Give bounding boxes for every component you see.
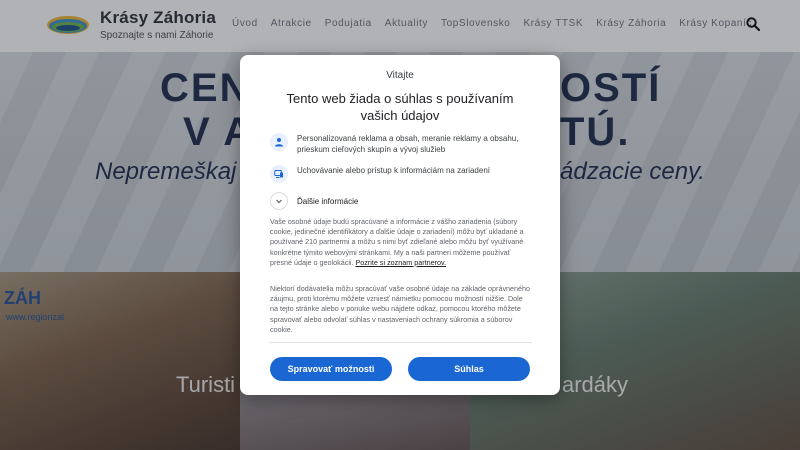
dialog-divider [270,342,532,343]
manage-options-button[interactable]: Spravovať možnosti [270,357,392,381]
consent-paragraph-2: Niektorí dodávatelia môžu spracúvať vaše… [270,284,531,334]
purpose-device-storage: Uchovávanie alebo prístup k informáciám … [270,165,535,183]
purpose-personalized-ads: Personalizovaná reklama a obsah, meranie… [270,133,535,155]
consent-paragraph-1: Vaše osobné údaje budú spracúvané a info… [270,217,532,268]
more-info-toggle[interactable]: Ďalšie informácie [270,192,535,210]
partners-link[interactable]: Pozrite si zoznam partnerov. [356,258,447,267]
device-icon [270,165,288,183]
consent-dialog: Vitajte Tento web žiada o súhlas s použí… [240,55,560,395]
purpose-text: Uchovávanie alebo prístup k informáciám … [297,166,490,175]
dialog-welcome: Vitajte [386,70,414,81]
more-info-label[interactable]: Ďalšie informácie [297,196,358,207]
person-icon [270,133,288,151]
chevron-down-icon[interactable] [270,192,288,210]
purpose-text: Personalizovaná reklama a obsah, meranie… [297,134,519,154]
dialog-title: Tento web žiada o súhlas s používaním va… [286,91,514,123]
accept-button[interactable]: Súhlas [408,357,530,381]
